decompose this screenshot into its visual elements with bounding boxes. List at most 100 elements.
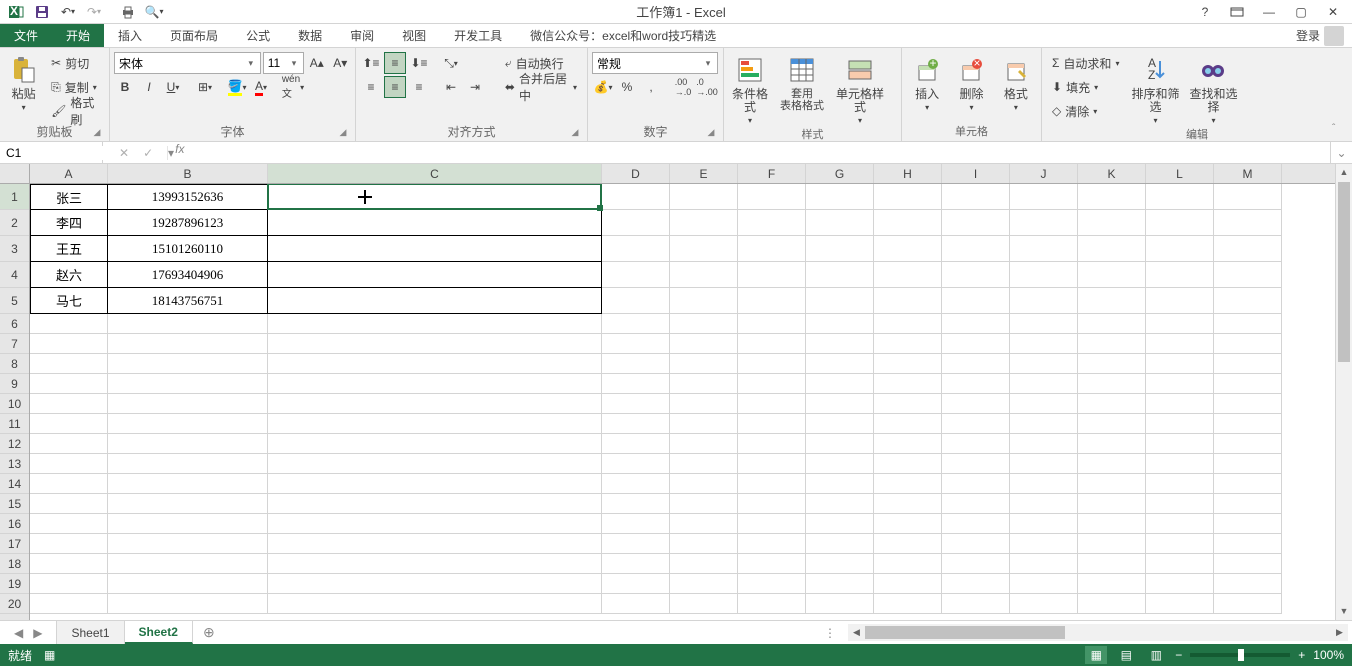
cell-M5[interactable] bbox=[1214, 288, 1282, 314]
cell-M20[interactable] bbox=[1214, 594, 1282, 614]
cell-H8[interactable] bbox=[874, 354, 942, 374]
cell-M1[interactable] bbox=[1214, 184, 1282, 210]
vertical-scrollbar[interactable]: ▲ ▼ bbox=[1335, 164, 1352, 620]
row-header-16[interactable]: 16 bbox=[0, 514, 29, 534]
cell-K13[interactable] bbox=[1078, 454, 1146, 474]
cell-B13[interactable] bbox=[108, 454, 268, 474]
cell-M10[interactable] bbox=[1214, 394, 1282, 414]
col-header-J[interactable]: J bbox=[1010, 164, 1078, 183]
new-sheet-button[interactable]: ⊕ bbox=[193, 621, 225, 644]
cell-I6[interactable] bbox=[942, 314, 1010, 334]
cell-B3[interactable]: 15101260110 bbox=[108, 236, 268, 262]
cell-H18[interactable] bbox=[874, 554, 942, 574]
cell-D3[interactable] bbox=[602, 236, 670, 262]
cell-A15[interactable] bbox=[30, 494, 108, 514]
cell-E9[interactable] bbox=[670, 374, 738, 394]
cell-E3[interactable] bbox=[670, 236, 738, 262]
cell-E2[interactable] bbox=[670, 210, 738, 236]
tab-dev[interactable]: 开发工具 bbox=[440, 24, 516, 47]
cell-D16[interactable] bbox=[602, 514, 670, 534]
cell-B10[interactable] bbox=[108, 394, 268, 414]
cell-A3[interactable]: 王五 bbox=[30, 236, 108, 262]
cell-E11[interactable] bbox=[670, 414, 738, 434]
increase-decimal-icon[interactable]: .00→.0 bbox=[672, 76, 694, 98]
row-header-9[interactable]: 9 bbox=[0, 374, 29, 394]
cell-G6[interactable] bbox=[806, 314, 874, 334]
cell-H1[interactable] bbox=[874, 184, 942, 210]
excel-icon[interactable]: X bbox=[4, 1, 28, 23]
cell-M8[interactable] bbox=[1214, 354, 1282, 374]
col-header-K[interactable]: K bbox=[1078, 164, 1146, 183]
name-box[interactable]: ▾ bbox=[0, 142, 103, 163]
cell-I18[interactable] bbox=[942, 554, 1010, 574]
cell-C17[interactable] bbox=[268, 534, 602, 554]
percent-icon[interactable]: % bbox=[616, 76, 638, 98]
cell-G20[interactable] bbox=[806, 594, 874, 614]
cell-K7[interactable] bbox=[1078, 334, 1146, 354]
cell-H6[interactable] bbox=[874, 314, 942, 334]
cell-H2[interactable] bbox=[874, 210, 942, 236]
font-name-combo[interactable]: 宋体▾ bbox=[114, 52, 261, 74]
cell-C3[interactable] bbox=[268, 236, 602, 262]
cell-D12[interactable] bbox=[602, 434, 670, 454]
zoom-out-icon[interactable]: − bbox=[1175, 648, 1182, 662]
cell-G11[interactable] bbox=[806, 414, 874, 434]
cell-C4[interactable] bbox=[268, 262, 602, 288]
hscroll-thumb[interactable] bbox=[865, 626, 1065, 639]
row-header-4[interactable]: 4 bbox=[0, 262, 29, 288]
cell-J17[interactable] bbox=[1010, 534, 1078, 554]
cell-H3[interactable] bbox=[874, 236, 942, 262]
italic-icon[interactable]: I bbox=[138, 76, 160, 98]
cell-J18[interactable] bbox=[1010, 554, 1078, 574]
cell-J9[interactable] bbox=[1010, 374, 1078, 394]
cell-B8[interactable] bbox=[108, 354, 268, 374]
cell-D14[interactable] bbox=[602, 474, 670, 494]
cell-D2[interactable] bbox=[602, 210, 670, 236]
col-header-F[interactable]: F bbox=[738, 164, 806, 183]
cell-F8[interactable] bbox=[738, 354, 806, 374]
zoom-slider[interactable] bbox=[1190, 653, 1290, 657]
cell-J4[interactable] bbox=[1010, 262, 1078, 288]
cell-J11[interactable] bbox=[1010, 414, 1078, 434]
prev-sheet-icon[interactable]: ◀ bbox=[14, 626, 23, 640]
cell-M16[interactable] bbox=[1214, 514, 1282, 534]
cell-B15[interactable] bbox=[108, 494, 268, 514]
fill-color-icon[interactable]: 🪣▾ bbox=[226, 76, 248, 98]
horizontal-scrollbar[interactable]: ◀ ▶ bbox=[848, 624, 1348, 641]
cell-M12[interactable] bbox=[1214, 434, 1282, 454]
col-header-C[interactable]: C bbox=[268, 164, 602, 183]
cell-I8[interactable] bbox=[942, 354, 1010, 374]
align-middle-icon[interactable]: ≡ bbox=[384, 52, 406, 74]
zoom-level[interactable]: 100% bbox=[1313, 648, 1344, 662]
cell-B12[interactable] bbox=[108, 434, 268, 454]
cell-G7[interactable] bbox=[806, 334, 874, 354]
cell-L8[interactable] bbox=[1146, 354, 1214, 374]
col-header-H[interactable]: H bbox=[874, 164, 942, 183]
select-all-corner[interactable] bbox=[0, 164, 30, 183]
cell-H11[interactable] bbox=[874, 414, 942, 434]
cell-L15[interactable] bbox=[1146, 494, 1214, 514]
row-header-20[interactable]: 20 bbox=[0, 594, 29, 614]
cell-I11[interactable] bbox=[942, 414, 1010, 434]
col-header-M[interactable]: M bbox=[1214, 164, 1282, 183]
cell-K2[interactable] bbox=[1078, 210, 1146, 236]
cell-G19[interactable] bbox=[806, 574, 874, 594]
row-header-10[interactable]: 10 bbox=[0, 394, 29, 414]
formula-input[interactable] bbox=[190, 142, 1330, 163]
cell-J15[interactable] bbox=[1010, 494, 1078, 514]
phonetic-icon[interactable]: wén文▾ bbox=[282, 76, 304, 98]
cell-C10[interactable] bbox=[268, 394, 602, 414]
number-format-combo[interactable]: 常规▾ bbox=[592, 52, 718, 74]
cell-L19[interactable] bbox=[1146, 574, 1214, 594]
tab-insert[interactable]: 插入 bbox=[104, 24, 156, 47]
find-select-button[interactable]: 查找和选择▾ bbox=[1185, 50, 1241, 126]
cell-A8[interactable] bbox=[30, 354, 108, 374]
cell-K17[interactable] bbox=[1078, 534, 1146, 554]
alignment-launcher-icon[interactable]: ◢ bbox=[569, 127, 581, 139]
border-icon[interactable]: ⊞▾ bbox=[194, 76, 216, 98]
tab-view[interactable]: 视图 bbox=[388, 24, 440, 47]
col-header-I[interactable]: I bbox=[942, 164, 1010, 183]
cell-K4[interactable] bbox=[1078, 262, 1146, 288]
collapse-ribbon-icon[interactable]: ˆ bbox=[1332, 123, 1348, 139]
cell-E1[interactable] bbox=[670, 184, 738, 210]
